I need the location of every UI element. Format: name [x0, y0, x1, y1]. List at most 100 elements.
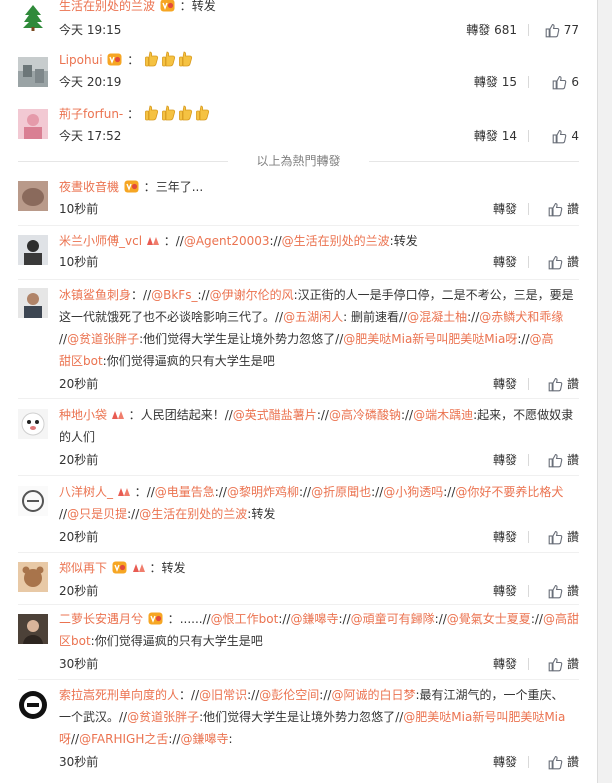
- repost-text: 转发: [251, 507, 276, 521]
- user-name[interactable]: 二萝长安遇月兮: [59, 612, 143, 626]
- mention-link[interactable]: @只是贝提: [67, 507, 127, 521]
- mention-link[interactable]: @生活在别处的兰波: [139, 507, 247, 521]
- retweet-button[interactable]: 轉發 681: [466, 20, 517, 40]
- retweet-button[interactable]: 轉發: [493, 581, 517, 601]
- mention-link[interactable]: @生活在别处的兰波: [282, 234, 390, 248]
- like-button[interactable]: 讚: [548, 581, 579, 601]
- mention-link[interactable]: @旧常识: [199, 688, 247, 702]
- user-name[interactable]: Lipohui: [59, 53, 103, 67]
- retweet-button[interactable]: 轉發: [493, 450, 517, 470]
- mention-link[interactable]: 甜区bot: [59, 354, 103, 368]
- user-name[interactable]: 八洋树人_: [59, 485, 113, 499]
- mention-link[interactable]: @贫道张胖子: [67, 332, 139, 346]
- retweet-button[interactable]: 轉發: [493, 654, 517, 674]
- mention-link[interactable]: @肥美哒Mia新号叫肥美哒Mia呀: [343, 332, 517, 346]
- repost-text: 删前速看: [350, 310, 399, 324]
- avatar[interactable]: [18, 109, 48, 139]
- separator: [528, 756, 529, 768]
- user-name[interactable]: 索拉嵩死刑单向度的人: [59, 688, 179, 702]
- like-button[interactable]: 讚: [548, 374, 579, 394]
- repost-text: 起来，不愿做奴隶: [477, 408, 574, 422]
- mention-link[interactable]: @电量告急: [155, 485, 215, 499]
- mention-link[interactable]: @英式醋盐薯片: [233, 408, 317, 422]
- user-name[interactable]: 生活在别处的兰波: [59, 0, 155, 13]
- like-button[interactable]: 讚: [548, 450, 579, 470]
- mention-link[interactable]: @折原聞也: [311, 485, 371, 499]
- mention-link[interactable]: @混凝土柚: [407, 310, 467, 324]
- separator: [528, 454, 529, 466]
- avatar[interactable]: [18, 562, 48, 592]
- mention-link[interactable]: @端木踽迪: [413, 408, 473, 422]
- mention-link[interactable]: @黎明炸鸡柳: [227, 485, 299, 499]
- avatar[interactable]: [18, 288, 48, 318]
- retweet-button[interactable]: 轉發: [493, 527, 517, 547]
- like-button[interactable]: 讚: [548, 527, 579, 547]
- retweet-button[interactable]: 轉發: [493, 752, 517, 772]
- thumbs-up-emoji-icon: [144, 105, 159, 121]
- avatar[interactable]: [18, 235, 48, 265]
- like-label: 讚: [566, 377, 579, 391]
- mention-link[interactable]: @五湖闲人: [283, 310, 343, 324]
- like-button[interactable]: 讚: [548, 199, 579, 219]
- separator: [528, 531, 529, 543]
- mention-link[interactable]: @你好不要养比格犬: [455, 485, 563, 499]
- user-name[interactable]: 米兰小师傅_vcl: [59, 234, 142, 248]
- mention-link[interactable]: @高冷磷酸钠: [329, 408, 401, 422]
- retweet-button[interactable]: 轉發 14: [474, 126, 517, 146]
- mention-link[interactable]: @覺氣女士夏夏: [447, 612, 531, 626]
- mention-link[interactable]: @頑童可有歸隊: [351, 612, 435, 626]
- mention-link[interactable]: @肥美哒Mia新号叫肥美哒Mia: [403, 710, 565, 724]
- mention-link[interactable]: @Agent20003: [184, 234, 270, 248]
- repost-text: 转发: [191, 0, 216, 13]
- like-icon: [552, 129, 567, 144]
- timestamp: 今天 20:19: [59, 75, 122, 89]
- repost-text: 最有江湖气的，一个重庆、: [419, 688, 564, 702]
- mention-link[interactable]: @赤鳞犬和乖缘: [479, 310, 563, 324]
- vip-badge-icon: [160, 0, 175, 12]
- user-name[interactable]: 冰镇鲨鱼刺身: [59, 288, 131, 302]
- mention-link[interactable]: @BkFs_: [151, 288, 197, 302]
- like-button[interactable]: 讚: [548, 654, 579, 674]
- avatar[interactable]: [18, 2, 48, 32]
- mention-link[interactable]: @阿诚的白日梦: [331, 688, 415, 702]
- mention-link[interactable]: 呀: [59, 732, 71, 746]
- retweet-button[interactable]: 轉發: [493, 199, 517, 219]
- avatar[interactable]: [18, 614, 48, 644]
- candle-flag-icon: [117, 485, 131, 497]
- mention-link[interactable]: @贫道张胖子: [127, 710, 199, 724]
- mention-link[interactable]: @鎌嗥寺: [180, 732, 228, 746]
- retweet-button[interactable]: 轉發 15: [474, 72, 517, 92]
- mention-link[interactable]: 区bot: [59, 634, 91, 648]
- like-button[interactable]: 6: [552, 72, 579, 92]
- like-button[interactable]: 4: [552, 126, 579, 146]
- like-label: 讚: [566, 584, 579, 598]
- retweet-button[interactable]: 轉發: [493, 252, 517, 272]
- mention-link[interactable]: @高: [530, 332, 554, 346]
- scrollbar[interactable]: [598, 0, 612, 783]
- mention-link[interactable]: @彭伦空间: [259, 688, 319, 702]
- user-name[interactable]: 夜晝收音機: [59, 180, 119, 194]
- like-button[interactable]: 讚: [548, 252, 579, 272]
- mention-link[interactable]: @鎌嗥寺: [290, 612, 338, 626]
- avatar[interactable]: [18, 486, 48, 516]
- retweet-button[interactable]: 轉發: [493, 374, 517, 394]
- like-label: 讚: [566, 657, 579, 671]
- avatar[interactable]: [18, 409, 48, 439]
- like-button[interactable]: 77: [545, 20, 579, 40]
- like-icon: [548, 584, 563, 599]
- mention-link[interactable]: @FARHIGH之舌: [79, 732, 168, 746]
- timestamp: 今天 17:52: [59, 129, 122, 143]
- avatar[interactable]: [18, 57, 48, 87]
- timestamp: 20秒前: [59, 584, 99, 598]
- mention-link[interactable]: @高甜: [543, 612, 579, 626]
- mention-link[interactable]: @伊谢尔伦的风: [210, 288, 294, 302]
- like-button[interactable]: 讚: [548, 752, 579, 772]
- user-name[interactable]: 郑似再下: [59, 561, 107, 575]
- avatar[interactable]: [18, 690, 48, 720]
- user-name[interactable]: 荊子forfun-: [59, 107, 123, 121]
- user-name[interactable]: 种地小袋: [59, 408, 107, 422]
- avatar[interactable]: [18, 181, 48, 211]
- mention-link[interactable]: @小狗透吗: [383, 485, 443, 499]
- mention-link[interactable]: @恨工作bot: [211, 612, 279, 626]
- repost-text: 转发: [161, 561, 186, 575]
